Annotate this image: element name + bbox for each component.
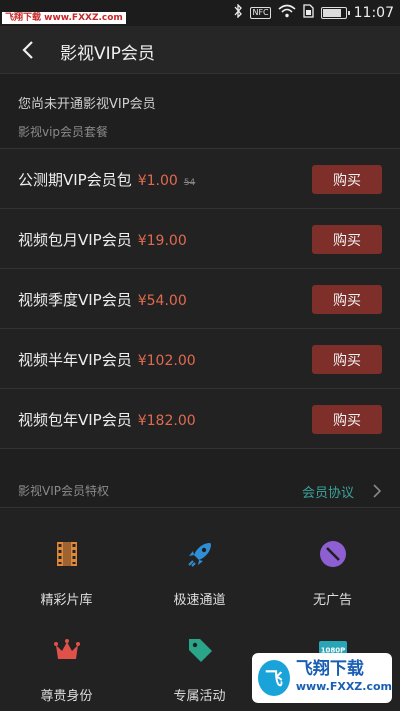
sim-icon bbox=[302, 4, 314, 22]
plan-name: 视频包月VIP会员 bbox=[18, 231, 132, 249]
film-icon bbox=[56, 542, 77, 566]
app-header: 影视VIP会员 bbox=[0, 26, 400, 74]
privilege-item[interactable]: 精彩片库 bbox=[0, 509, 133, 608]
plan-row: 视频包月VIP会员 ¥19.00 购买 bbox=[0, 209, 400, 269]
privilege-item[interactable]: 尊贵身份 bbox=[0, 605, 133, 704]
wifi-icon bbox=[278, 4, 296, 22]
membership-agreement-link[interactable]: 会员协议 bbox=[302, 482, 354, 501]
bluetooth-icon bbox=[233, 3, 243, 22]
plan-price: ¥19.00 bbox=[137, 233, 187, 249]
privilege-item[interactable]: 无广告 bbox=[266, 509, 399, 608]
buy-button[interactable]: 购买 bbox=[312, 405, 382, 434]
plan-original-price: 54 bbox=[183, 178, 196, 188]
rocket-icon bbox=[187, 543, 211, 567]
clock: 11:07 bbox=[353, 5, 394, 21]
buy-button[interactable]: 购买 bbox=[312, 345, 382, 374]
plan-price: ¥102.00 bbox=[137, 353, 196, 369]
site-watermark-badge: 飞 飞翔下载 www.FXXZ.com bbox=[252, 653, 392, 703]
privilege-label: 专属活动 bbox=[173, 689, 226, 704]
plans-heading: 影视vip会员套餐 bbox=[18, 125, 109, 139]
page-title: 影视VIP会员 bbox=[60, 44, 155, 64]
privilege-item[interactable]: 专属活动 bbox=[133, 605, 266, 704]
chevron-left-icon bbox=[22, 41, 33, 59]
plan-row: 公测期VIP会员包 ¥1.00 54 购买 bbox=[0, 149, 400, 209]
no-ads-icon bbox=[319, 541, 346, 567]
status-bar: 飞翔下载 www.FXXZ.com NFC 11:07 bbox=[0, 0, 400, 26]
plan-name: 视频季度VIP会员 bbox=[18, 291, 132, 309]
nfc-icon: NFC bbox=[250, 7, 271, 19]
status-icons: NFC 11:07 bbox=[233, 3, 394, 22]
watermark-text: 飞翔下载 www.FXXZ.com bbox=[2, 12, 126, 24]
plan-name: 视频半年VIP会员 bbox=[18, 351, 132, 369]
site-name: 飞翔下载 bbox=[295, 659, 364, 679]
privilege-item[interactable]: 极速通道 bbox=[133, 509, 266, 608]
back-button[interactable] bbox=[14, 36, 42, 64]
privileges-grid: 精彩片库 极速通道 无广告 尊贵身份 专属活动 1080P 飞 飞翔下载 www… bbox=[0, 509, 400, 711]
site-logo: 飞 bbox=[258, 660, 290, 696]
plan-price: ¥54.00 bbox=[137, 293, 187, 309]
privileges-header: 影视VIP会员特权 会员协议 bbox=[0, 470, 400, 508]
privilege-label: 尊贵身份 bbox=[40, 689, 93, 704]
plan-price: ¥1.00 bbox=[137, 173, 178, 189]
buy-button[interactable]: 购买 bbox=[312, 285, 382, 314]
plan-price: ¥182.00 bbox=[137, 413, 196, 429]
privileges-title: 影视VIP会员特权 bbox=[18, 484, 109, 498]
plan-list: 公测期VIP会员包 ¥1.00 54 购买 视频包月VIP会员 ¥19.00 购买 视… bbox=[0, 148, 400, 449]
plan-name: 视频包年VIP会员 bbox=[18, 411, 132, 429]
membership-status: 您尚未开通影视VIP会员 bbox=[18, 97, 156, 112]
battery-icon bbox=[320, 7, 350, 19]
plan-row: 视频包年VIP会员 ¥182.00 购买 bbox=[0, 389, 400, 449]
chevron-right-icon[interactable] bbox=[372, 483, 382, 499]
plan-row: 视频半年VIP会员 ¥102.00 购买 bbox=[0, 329, 400, 389]
plan-name: 公测期VIP会员包 bbox=[18, 171, 132, 189]
buy-button[interactable]: 购买 bbox=[312, 225, 382, 254]
buy-button[interactable]: 购买 bbox=[312, 165, 382, 194]
tag-icon bbox=[188, 639, 212, 662]
plan-row: 视频季度VIP会员 ¥54.00 购买 bbox=[0, 269, 400, 329]
crown-icon bbox=[53, 639, 80, 659]
site-url: www.FXXZ.com bbox=[295, 680, 392, 693]
